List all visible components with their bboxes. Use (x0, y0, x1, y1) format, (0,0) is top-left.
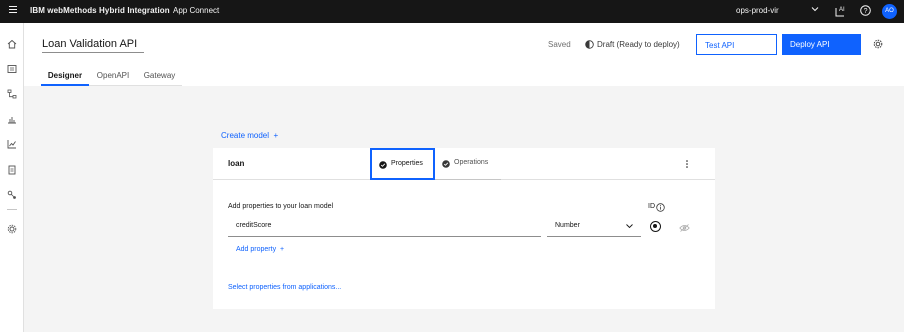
avatar[interactable]: AO (882, 4, 897, 19)
page-header: Loan Validation API Saved Draft (Ready t… (24, 23, 904, 86)
model-card: loan Properties Operations Add propertie… (213, 148, 715, 309)
environment-select[interactable]: ops-prod-vir (736, 6, 779, 15)
tab-designer[interactable]: Designer (41, 68, 89, 86)
checkmark-filled-icon (442, 160, 450, 168)
deploy-api-button[interactable]: Deploy API (782, 34, 861, 55)
tab-gateway[interactable]: Gateway (137, 68, 182, 86)
chart-icon[interactable] (7, 139, 17, 149)
test-api-button[interactable]: Test API (696, 34, 777, 55)
deploy-icon[interactable] (7, 114, 17, 124)
tab-properties[interactable]: Properties (370, 148, 435, 180)
add-properties-text: Add properties to your loan model (228, 203, 334, 210)
tab-operations-label: Operations (454, 159, 489, 166)
page-title[interactable]: Loan Validation API (42, 38, 144, 53)
connections-icon[interactable] (7, 190, 17, 200)
plus-icon: + (273, 131, 279, 140)
gear-icon[interactable] (873, 39, 883, 49)
info-icon[interactable] (656, 203, 665, 212)
property-name-input[interactable]: creditScore (228, 217, 541, 237)
model-card-header: loan Properties Operations (213, 148, 715, 180)
create-model-link[interactable]: Create model + (221, 131, 278, 140)
chevron-down-icon[interactable] (625, 222, 634, 230)
left-nav-rail (0, 23, 24, 332)
id-label: ID (648, 203, 655, 210)
id-radio[interactable] (650, 221, 661, 232)
top-bar: IBM webMethods Hybrid Integration App Co… (0, 0, 904, 23)
tab-operations[interactable]: Operations (435, 148, 501, 180)
plus-icon: + (279, 246, 285, 253)
catalog-icon[interactable] (7, 64, 17, 74)
checkmark-filled-icon (379, 161, 387, 169)
document-icon[interactable] (7, 165, 17, 175)
settings-icon[interactable] (7, 224, 17, 234)
select-properties-link[interactable]: Select properties from applications... (228, 284, 341, 291)
help-icon[interactable]: ? (860, 5, 871, 16)
product-name[interactable]: IBM webMethods Hybrid Integration (30, 6, 170, 15)
add-property-link[interactable]: Add property + (236, 246, 284, 253)
overflow-menu-icon[interactable] (684, 158, 690, 170)
chevron-down-icon[interactable] (810, 4, 820, 14)
create-model-label: Create model (221, 131, 270, 140)
rail-divider (7, 209, 17, 210)
svg-text:?: ? (864, 8, 868, 15)
tab-properties-label: Properties (391, 160, 423, 167)
draft-status-icon (585, 40, 594, 49)
flow-icon[interactable] (7, 89, 17, 99)
svg-text:AI: AI (839, 7, 845, 13)
draft-status: Draft (Ready to deploy) (597, 40, 680, 49)
add-property-label: Add property (236, 246, 277, 253)
saved-status: Saved (548, 40, 571, 49)
ai-icon[interactable]: AI (835, 4, 847, 17)
tab-openapi[interactable]: OpenAPI (89, 68, 137, 86)
menu-icon[interactable] (9, 6, 18, 17)
view-off-icon[interactable] (679, 224, 690, 232)
home-icon[interactable] (7, 39, 17, 49)
app-name[interactable]: App Connect (173, 6, 219, 15)
tab-bar: Designer OpenAPI Gateway (41, 68, 182, 86)
model-name: loan (228, 159, 245, 168)
